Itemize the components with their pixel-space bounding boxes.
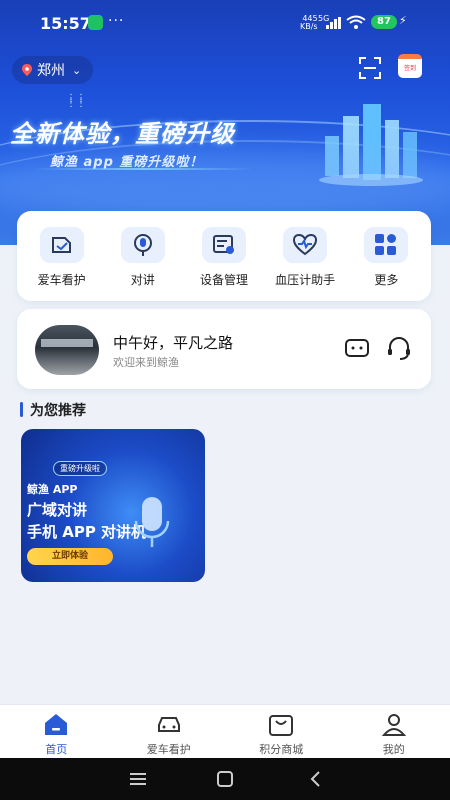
action-car-care[interactable]: 爱车看护 <box>23 211 101 301</box>
action-label: 更多 <box>374 273 399 287</box>
location-pin-icon <box>22 64 32 76</box>
status-time: 15:57 <box>40 14 91 33</box>
greeting-card[interactable]: 中午好，平凡之路 欢迎来到鲸渔 <box>17 309 431 389</box>
shopping-bag-icon <box>269 715 294 736</box>
device-manage-icon <box>201 227 246 263</box>
tab-car-care[interactable]: 爱车看护 <box>124 705 214 758</box>
home-square-icon[interactable] <box>215 769 235 789</box>
banner-headline: 全新体验，重磅升级 <box>10 120 235 148</box>
sparkle-decoration: ⋮⋮ ⋮⋮ <box>66 93 86 109</box>
city-illustration <box>319 104 423 186</box>
promo-cta-button[interactable]: 立即体验 <box>27 548 113 565</box>
intercom-icon <box>120 227 165 263</box>
tab-home[interactable]: 首页 <box>11 705 101 758</box>
avatar[interactable] <box>35 325 99 375</box>
action-label: 爱车看护 <box>37 273 86 287</box>
notification-app-icon <box>88 15 103 30</box>
greeting-subtitle: 欢迎来到鲸渔 <box>113 356 179 369</box>
bolt-icon: ⚡ <box>399 14 407 27</box>
tab-label: 我的 <box>382 743 405 756</box>
action-label: 设备管理 <box>199 273 248 287</box>
banner-subline: 鲸渔 app 重磅升级啦！ <box>50 155 204 170</box>
tab-points-mall[interactable]: 积分商城 <box>236 705 326 758</box>
chat-icon[interactable] <box>345 339 369 359</box>
user-icon <box>381 714 406 736</box>
car-care-icon <box>39 227 84 263</box>
action-device-manage[interactable]: 设备管理 <box>185 211 263 301</box>
banner-underline <box>34 168 254 170</box>
wifi-icon <box>346 15 366 29</box>
back-icon[interactable] <box>306 769 326 789</box>
chevron-down-icon: ⌄ <box>72 63 82 77</box>
promo-line3: 手机 APP 对讲机 <box>27 523 147 541</box>
action-intercom[interactable]: 对讲 <box>104 211 182 301</box>
greeting-title: 中午好，平凡之路 <box>113 334 234 352</box>
location-selector[interactable]: 郑州 ⌄ <box>12 56 94 84</box>
microphone-icon <box>134 497 170 547</box>
tab-label: 爱车看护 <box>146 743 191 756</box>
car-icon <box>157 717 180 732</box>
net-speed: 445 KB/s <box>300 14 318 31</box>
menu-icon[interactable] <box>128 769 148 789</box>
battery-indicator: 87 <box>371 15 397 29</box>
action-blood-pressure[interactable]: 血压计助手 <box>266 211 344 301</box>
tab-profile[interactable]: 我的 <box>349 705 439 758</box>
quick-actions-card: 爱车看护 对讲 设备管理 血压计助手 更多 <box>17 211 431 301</box>
blood-pressure-icon <box>283 227 328 263</box>
tab-label: 积分商城 <box>259 743 304 756</box>
customer-service-icon[interactable] <box>386 337 412 361</box>
recommend-section-title: 为您推荐 <box>20 400 86 420</box>
promo-line2: 广域对讲 <box>27 501 88 519</box>
status-bar: 15:57 ··· 445 KB/s 5G 87 ⚡ <box>0 0 450 46</box>
system-nav-bar <box>0 758 450 800</box>
promo-card[interactable]: 重磅升级啦 鲸渔 APP 广域对讲 手机 APP 对讲机 立即体验 <box>21 429 205 582</box>
action-label: 血压计助手 <box>275 273 336 287</box>
promo-tag: 重磅升级啦 <box>53 461 107 476</box>
location-city: 郑州 <box>37 63 65 79</box>
home-icon <box>45 714 68 735</box>
action-more[interactable]: 更多 <box>347 211 425 301</box>
tab-label: 首页 <box>45 743 68 756</box>
bottom-tab-bar: 首页 爱车看护 积分商城 我的 <box>0 704 450 758</box>
more-notifications-indicator: ··· <box>108 13 125 29</box>
scan-icon[interactable] <box>358 56 382 80</box>
checkin-label: 签到 <box>403 65 416 72</box>
action-label: 对讲 <box>130 273 155 287</box>
signal-icon <box>326 17 341 29</box>
checkin-calendar-icon[interactable]: 签到 <box>398 54 422 78</box>
more-grid-icon <box>364 227 409 263</box>
promo-line1: 鲸渔 APP <box>27 483 78 496</box>
